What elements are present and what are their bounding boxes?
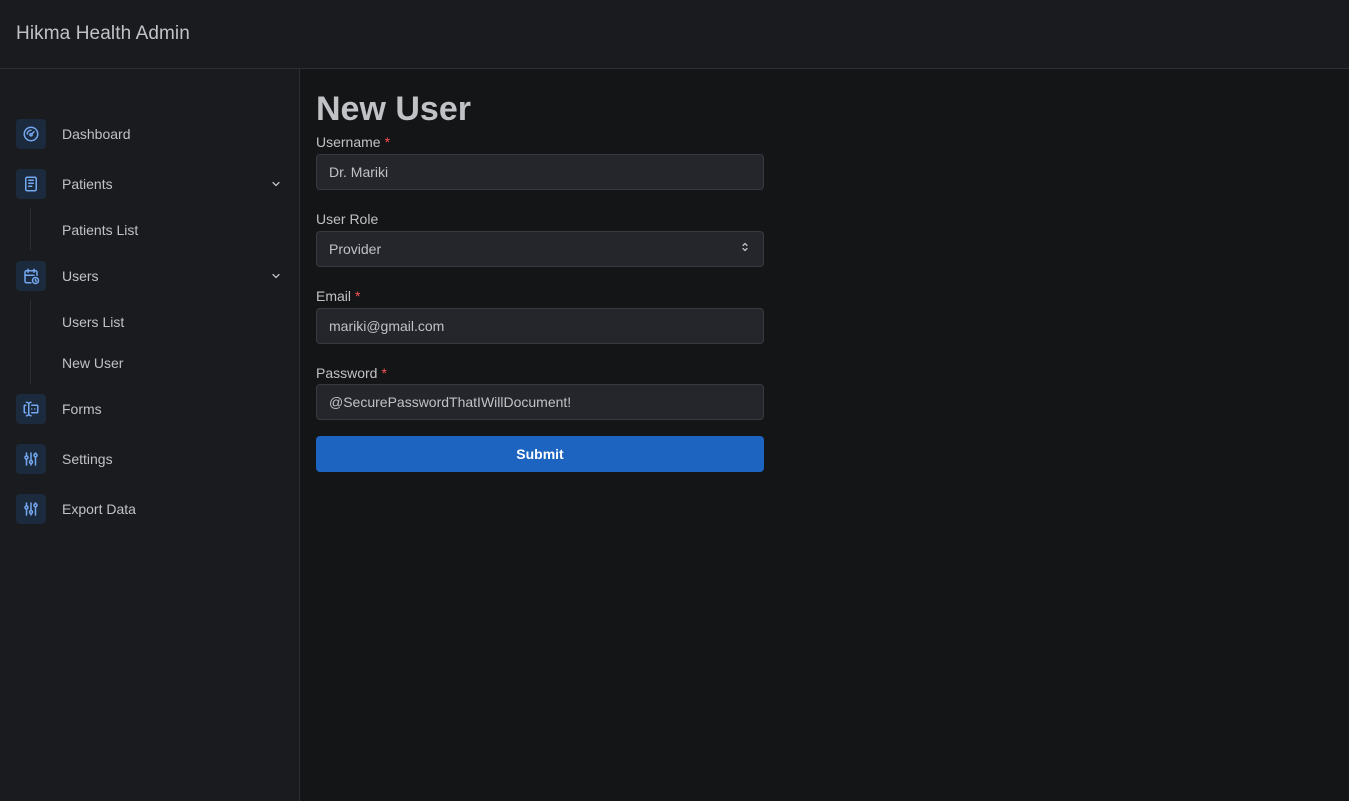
password-input[interactable] (316, 384, 764, 420)
sidebar-item-users[interactable]: Users (16, 260, 284, 292)
sidebar-item-label: Patients (62, 176, 113, 192)
adjustments-icon (16, 494, 46, 524)
chevron-down-icon[interactable] (268, 176, 284, 192)
required-mark: * (355, 288, 361, 304)
sidebar-item-label: Dashboard (62, 126, 131, 142)
submenu-divider (30, 300, 31, 384)
sidebar-item-label: Export Data (62, 501, 136, 517)
app-header: Hikma Health Admin (0, 0, 1349, 69)
sidebar-subitem-users-list[interactable]: Users List (62, 313, 124, 331)
username-label-text: Username (316, 134, 381, 150)
sidebar-item-label: Forms (62, 401, 102, 417)
sidebar-item-forms[interactable]: Forms (16, 393, 284, 425)
sidebar-item-dashboard[interactable]: Dashboard (16, 118, 284, 150)
required-mark: * (384, 134, 391, 150)
calendar-stats-icon (16, 261, 46, 291)
sidebar-subitem-new-user[interactable]: New User (62, 354, 123, 372)
user-role-label: User Role (316, 210, 378, 228)
sidebar-item-export-data[interactable]: Export Data (16, 493, 284, 525)
page-title: New User (316, 90, 471, 128)
sidebar-item-label: Users (62, 268, 99, 284)
sidebar-subitem-patients-list[interactable]: Patients List (62, 221, 138, 239)
submenu-divider (30, 208, 31, 250)
main-content: New User Username* User Role Provider Em… (300, 69, 1349, 801)
email-label-text: Email (316, 288, 352, 304)
gauge-icon (16, 119, 46, 149)
notes-icon (16, 169, 46, 199)
password-label-text: Password (316, 365, 378, 381)
username-label: Username * (316, 133, 390, 151)
sidebar: Dashboard Patients Patients List Users U… (0, 69, 300, 801)
email-input[interactable] (316, 308, 764, 344)
user-role-label-text: User Role (316, 211, 379, 227)
user-role-value: Provider (329, 241, 382, 257)
submit-button[interactable]: Submit (316, 436, 764, 472)
sidebar-item-patients[interactable]: Patients (16, 168, 284, 200)
sidebar-item-settings[interactable]: Settings (16, 443, 284, 475)
required-mark: * (381, 365, 387, 381)
forms-icon (16, 394, 46, 424)
app-title: Hikma Health Admin (16, 23, 190, 44)
selector-icon (739, 240, 751, 258)
sidebar-item-label: Settings (62, 451, 113, 467)
user-role-select[interactable]: Provider (316, 231, 764, 267)
username-input[interactable] (316, 154, 764, 190)
adjustments-icon (16, 444, 46, 474)
password-label: Password * (316, 364, 387, 382)
chevron-down-icon[interactable] (268, 268, 284, 284)
email-label: Email * (316, 287, 360, 305)
